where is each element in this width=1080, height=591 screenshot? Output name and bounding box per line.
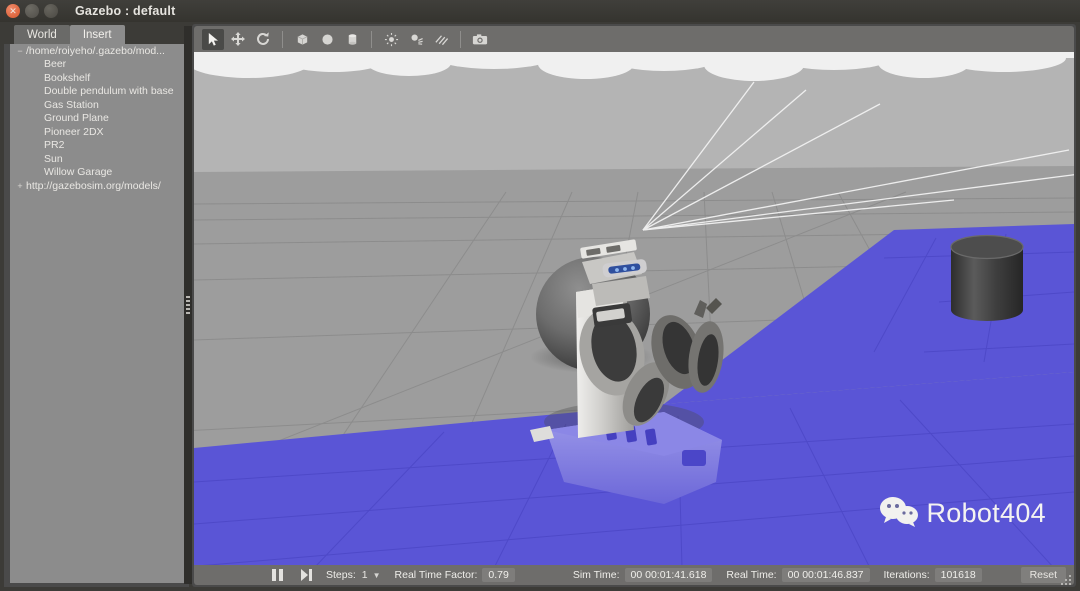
left-panel: World Insert −/home/roiyeho/.gazebo/mod.… [4,24,189,587]
step-forward-icon[interactable] [301,569,312,581]
steps-label: Steps: [326,569,356,581]
real-time-group: Real Time: 00 00:01:46.837 [726,568,870,582]
tree-item-label: PR2 [44,139,65,152]
insert-sphere-icon[interactable] [316,29,338,50]
window-title: Gazebo : default [75,4,176,18]
tree-item[interactable]: + http://gazebosim.org/models/ [10,179,185,193]
insert-cylinder-icon[interactable] [341,29,363,50]
scene-toolbar [194,26,1074,52]
tree-item[interactable]: Gas Station [10,98,185,112]
tree-item-label: Double pendulum with base [44,85,174,98]
tree-item[interactable]: Sun [10,152,185,166]
tree-item[interactable]: Ground Plane [10,112,185,126]
sim-time-group: Sim Time: 00 00:01:41.618 [573,568,713,582]
iterations-group: Iterations: 101618 [884,568,982,582]
tree-expander-icon[interactable]: − [14,46,26,56]
tree-item-label: Ground Plane [44,112,109,125]
title-bar: ✕ Gazebo : default [0,0,1080,22]
real-time-value: 00 00:01:46.837 [781,568,870,582]
tree-item[interactable]: Pioneer 2DX [10,125,185,139]
spot-light-icon[interactable] [405,29,427,50]
scene-render [194,52,1074,568]
resize-grip-icon[interactable] [1061,573,1072,585]
panel-tab-bar: World Insert [4,24,189,44]
tree-item-label: http://gazebosim.org/models/ [26,179,161,192]
tab-world[interactable]: World [14,25,70,44]
real-time-factor-label: Real Time Factor: [394,569,478,581]
screenshot-camera-icon[interactable] [469,29,491,50]
3d-viewport[interactable]: Robot404 [194,52,1074,568]
tree-item-label: Willow Garage [44,166,113,179]
tree-item-label: Beer [44,58,67,71]
tree-item[interactable]: Bookshelf [10,71,185,85]
tree-item[interactable]: Double pendulum with base [10,85,185,99]
tree-item-label: Sun [44,152,63,165]
translate-mode-icon[interactable] [227,29,249,50]
splitter-grip-icon [186,296,190,314]
maximize-button[interactable] [44,4,58,18]
iterations-value: 101618 [934,568,982,582]
real-time-factor-value: 0.79 [482,568,515,582]
minimize-button[interactable] [25,4,39,18]
steps-value: 1 [361,569,368,581]
panel-splitter[interactable] [184,26,192,584]
tree-item-label: Pioneer 2DX [44,125,104,138]
real-time-label: Real Time: [726,569,777,581]
render-panel: Robot404 Steps: 1 ▼ Real Time Factor: 0.… [192,24,1076,587]
tree-item[interactable]: −/home/roiyeho/.gazebo/mod... [10,44,185,58]
toolbar-separator-3 [460,30,461,48]
cylinder-object [950,234,1024,321]
select-mode-icon[interactable] [202,28,224,50]
rotate-mode-icon[interactable] [252,29,274,50]
model-tree[interactable]: −/home/roiyeho/.gazebo/mod... Beer Bookshe… [10,44,185,583]
chevron-down-icon[interactable]: ▼ [373,571,381,580]
tree-item[interactable]: Willow Garage [10,166,185,180]
insert-box-icon[interactable] [291,29,313,50]
real-time-factor-group: Real Time Factor: 0.79 [395,568,515,582]
toolbar-separator-2 [371,30,372,48]
reset-button[interactable]: Reset [1020,567,1066,583]
steps-control[interactable]: Steps: 1 ▼ [326,569,381,581]
point-light-icon[interactable] [380,29,402,50]
tree-item-label: /home/roiyeho/.gazebo/mod... [26,44,165,57]
tree-item[interactable]: Beer [10,58,185,72]
tree-item[interactable]: PR2 [10,139,185,153]
tree-item-label: Bookshelf [44,71,91,84]
sim-time-label: Sim Time: [572,569,620,581]
gazebo-window: ✕ Gazebo : default World Insert −/home/r… [0,0,1080,591]
sim-time-value: 00 00:01:41.618 [624,568,713,582]
directional-light-icon[interactable] [430,29,452,50]
pause-icon[interactable] [272,569,283,581]
toolbar-separator-1 [282,30,283,48]
tree-item-label: Gas Station [44,98,99,111]
close-button[interactable]: ✕ [6,4,20,18]
iterations-label: Iterations: [883,569,930,581]
tree-expander-icon[interactable]: + [14,181,26,191]
tab-insert[interactable]: Insert [69,25,125,44]
status-bar: Steps: 1 ▼ Real Time Factor: 0.79 Sim Ti… [194,565,1074,585]
